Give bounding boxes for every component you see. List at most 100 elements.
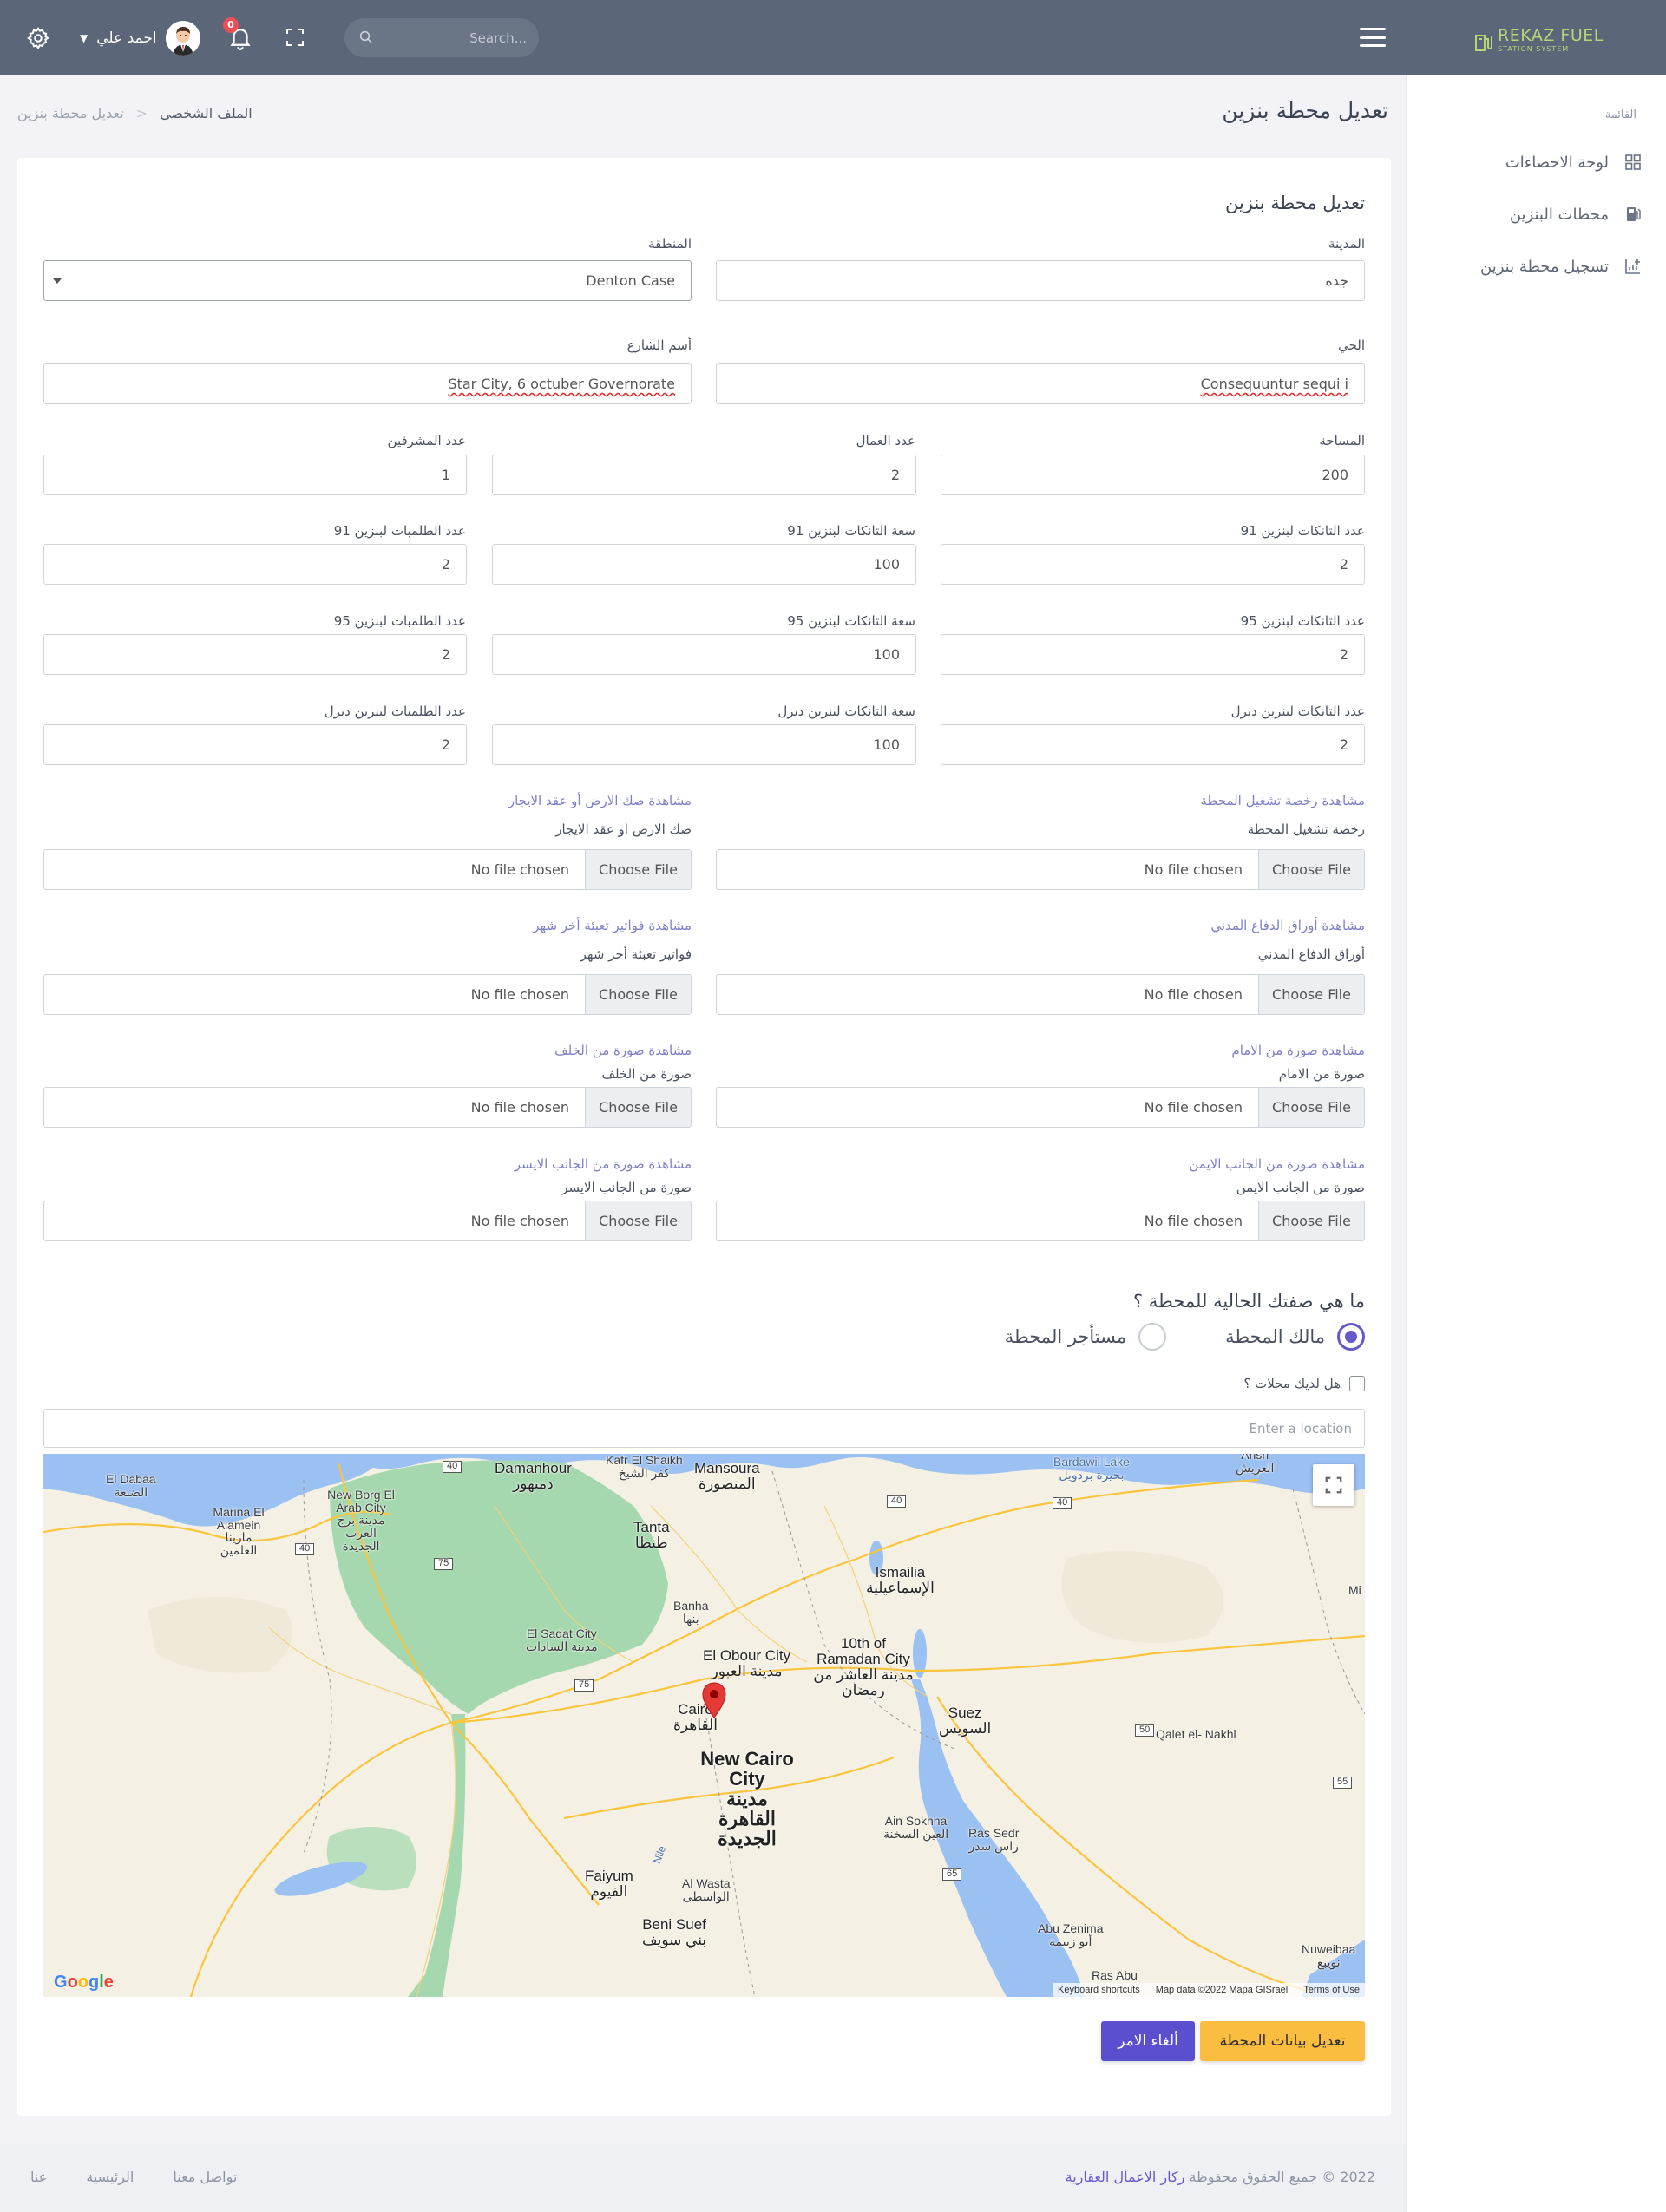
- choose-file-button[interactable]: Choose File: [585, 1088, 691, 1127]
- gear-icon[interactable]: [26, 26, 50, 50]
- search-input[interactable]: [379, 18, 527, 57]
- route-shield: 75: [574, 1679, 594, 1692]
- choose-file-button[interactable]: Choose File: [585, 850, 691, 889]
- map-label-mi: Mi: [1348, 1583, 1361, 1597]
- cancel-button[interactable]: ألغاء الامر: [1101, 2021, 1195, 2061]
- pumps-diesel-field[interactable]: 2: [43, 724, 467, 765]
- tanks-diesel-field[interactable]: 2: [941, 724, 1365, 765]
- pumps91-field[interactable]: 2: [43, 544, 467, 585]
- save-station-button[interactable]: تعديل بيانات المحطة: [1200, 2021, 1365, 2061]
- tenant-radio[interactable]: [1138, 1323, 1167, 1351]
- view-left-photo-link[interactable]: مشاهدة صورة من الجانب الايسر: [515, 1156, 692, 1172]
- choose-file-button[interactable]: Choose File: [585, 975, 691, 1014]
- location-input[interactable]: [44, 1410, 1364, 1447]
- deed-file-input[interactable]: Choose File No file chosen: [43, 849, 692, 890]
- route-shield: 40: [443, 1461, 462, 1473]
- google-logo: Google: [54, 1973, 114, 1992]
- edit-station-card: تعديل محطة بنزين المدينة جده المنطقة Den…: [17, 158, 1391, 2116]
- civil-defense-label: أوراق الدفاع المدني: [1257, 946, 1365, 962]
- location-map[interactable]: 40 40 40 40 75 75 50 55 65 Damanhour دمنه…: [43, 1454, 1365, 1997]
- keyboard-shortcuts-link[interactable]: Keyboard shortcuts: [1058, 1985, 1140, 1995]
- choose-file-button[interactable]: Choose File: [1258, 1088, 1364, 1127]
- shops-checkbox[interactable]: [1349, 1376, 1365, 1391]
- user-menu[interactable]: ▼ احمد علي: [80, 21, 200, 56]
- map-label-mansoura: Mansoura المنصورة: [694, 1460, 760, 1492]
- back-photo-file-input[interactable]: Choose File No file chosen: [43, 1087, 692, 1128]
- brand-subtitle: STATION SYSTEM: [1498, 45, 1570, 53]
- view-civil-defense-link[interactable]: مشاهدة أوراق الدفاع المدني: [1210, 918, 1365, 933]
- notification-badge: 0: [223, 17, 239, 33]
- district-field[interactable]: Consequuntur sequi i: [716, 363, 1365, 404]
- card-title: تعديل محطة بنزين: [1225, 193, 1365, 213]
- breadcrumb-profile[interactable]: الملف الشخصي: [160, 105, 253, 121]
- street-field[interactable]: Star City, 6 octuber Governorate: [43, 363, 692, 404]
- company-link[interactable]: ركاز الاعمال العقارية: [1066, 2169, 1185, 2185]
- tanks91-field[interactable]: 2: [941, 544, 1365, 585]
- right-photo-file-input[interactable]: Choose File No file chosen: [716, 1201, 1365, 1241]
- tenant-radio-label[interactable]: مستأجر المحطة: [1005, 1326, 1126, 1347]
- view-front-photo-link[interactable]: مشاهدة صورة من الامام: [1231, 1043, 1365, 1058]
- copyright-text: 2022 © جميع الحقوق محفوظة ركاز الاعمال ا…: [1065, 2169, 1375, 2185]
- region-select[interactable]: Denton Case: [43, 260, 692, 301]
- cap95-field[interactable]: 100: [492, 634, 916, 675]
- avatar: [165, 21, 200, 56]
- front-photo-file-input[interactable]: Choose File No file chosen: [716, 1087, 1365, 1128]
- route-shield: 65: [942, 1868, 962, 1881]
- choose-file-button[interactable]: Choose File: [1258, 975, 1364, 1014]
- route-shield: 75: [434, 1558, 454, 1570]
- view-deed-link[interactable]: مشاهدة صك الارض أو عقد الايجار: [508, 793, 692, 808]
- user-name: احمد علي: [96, 29, 157, 47]
- footer-link-contact[interactable]: تواصل معنا: [173, 2169, 237, 2185]
- cap91-field[interactable]: 100: [492, 544, 916, 585]
- view-license-link[interactable]: مشاهدة رخصة تشغيل المحطة: [1200, 793, 1365, 808]
- tanks-diesel-label: عدد التانكات لبنزين ديزل: [1230, 704, 1365, 719]
- supervisors-field[interactable]: 1: [43, 455, 467, 495]
- area-field[interactable]: 200: [941, 455, 1365, 495]
- search-box[interactable]: [344, 18, 539, 57]
- shops-checkbox-label[interactable]: هل لديك محلات ؟: [1243, 1376, 1341, 1391]
- map-pin-icon[interactable]: [701, 1681, 727, 1719]
- map-fullscreen-button[interactable]: [1313, 1464, 1354, 1506]
- map-label-newborg: New Borg El Arab City مدينة برج العرب الج…: [327, 1488, 395, 1553]
- left-photo-label: صورة من الجانب الايسر: [561, 1180, 692, 1195]
- region-label: المنطقة: [648, 236, 692, 252]
- tanks95-label: عدد التانكات لبنزين 95: [1240, 613, 1365, 629]
- choose-file-button[interactable]: Choose File: [1258, 850, 1364, 889]
- map-label-arish: Arish العريش: [1236, 1454, 1275, 1475]
- breadcrumb-separator: <: [135, 105, 148, 121]
- route-shield: 40: [295, 1543, 315, 1555]
- footer-link-home[interactable]: الرئيسية: [86, 2169, 134, 2185]
- brand-logo[interactable]: REKAZ FUEL STATION SYSTEM: [1473, 26, 1604, 56]
- sidebar-item-dashboard[interactable]: لوحة الاحصاءات: [1505, 149, 1642, 175]
- city-field[interactable]: جده: [716, 260, 1365, 301]
- workers-field[interactable]: 2: [492, 455, 916, 495]
- choose-file-button[interactable]: Choose File: [585, 1201, 691, 1240]
- sidebar-item-register[interactable]: تسجيل محطة بنزين: [1480, 253, 1642, 279]
- pumps-diesel-label: عدد الطلمبات لبنزين ديزل: [324, 704, 466, 719]
- map-label-rasabu: Ras Abu: [1092, 1968, 1138, 1982]
- civil-defense-file-input[interactable]: Choose File No file chosen: [716, 974, 1365, 1015]
- bills-file-input[interactable]: Choose File No file chosen: [43, 974, 692, 1015]
- license-file-input[interactable]: Choose File No file chosen: [716, 849, 1365, 890]
- location-search[interactable]: [43, 1409, 1365, 1448]
- left-photo-file-input[interactable]: Choose File No file chosen: [43, 1201, 692, 1241]
- breadcrumb-current: تعديل محطة بنزين: [17, 105, 124, 121]
- cap-diesel-field[interactable]: 100: [492, 724, 916, 765]
- front-photo-label: صورة من الامام: [1278, 1066, 1365, 1082]
- owner-radio[interactable]: [1337, 1323, 1365, 1351]
- license-label: رخصة تشغيل المحطة: [1247, 821, 1365, 837]
- menu-toggle-icon[interactable]: [1360, 28, 1386, 47]
- view-bills-link[interactable]: مشاهدة فواتير تعبئة أخر شهر: [533, 918, 692, 933]
- tanks95-field[interactable]: 2: [941, 634, 1365, 675]
- choose-file-button[interactable]: Choose File: [1258, 1201, 1364, 1240]
- ownership-question: ما هي صفتك الحالية للمحطة ؟: [1133, 1291, 1365, 1312]
- view-back-photo-link[interactable]: مشاهدة صورة من الخلف: [554, 1043, 692, 1058]
- fullscreen-icon[interactable]: [285, 27, 305, 48]
- fullscreen-icon: [1325, 1476, 1342, 1494]
- view-right-photo-link[interactable]: مشاهدة صورة من الجانب الايمن: [1189, 1156, 1365, 1172]
- pumps95-field[interactable]: 2: [43, 634, 467, 675]
- terms-link[interactable]: Terms of Use: [1303, 1985, 1360, 1995]
- sidebar-item-stations[interactable]: محطات البنزين: [1510, 201, 1642, 227]
- footer-link-about[interactable]: عنا: [30, 2169, 47, 2185]
- owner-radio-label[interactable]: مالك المحطة: [1225, 1326, 1325, 1347]
